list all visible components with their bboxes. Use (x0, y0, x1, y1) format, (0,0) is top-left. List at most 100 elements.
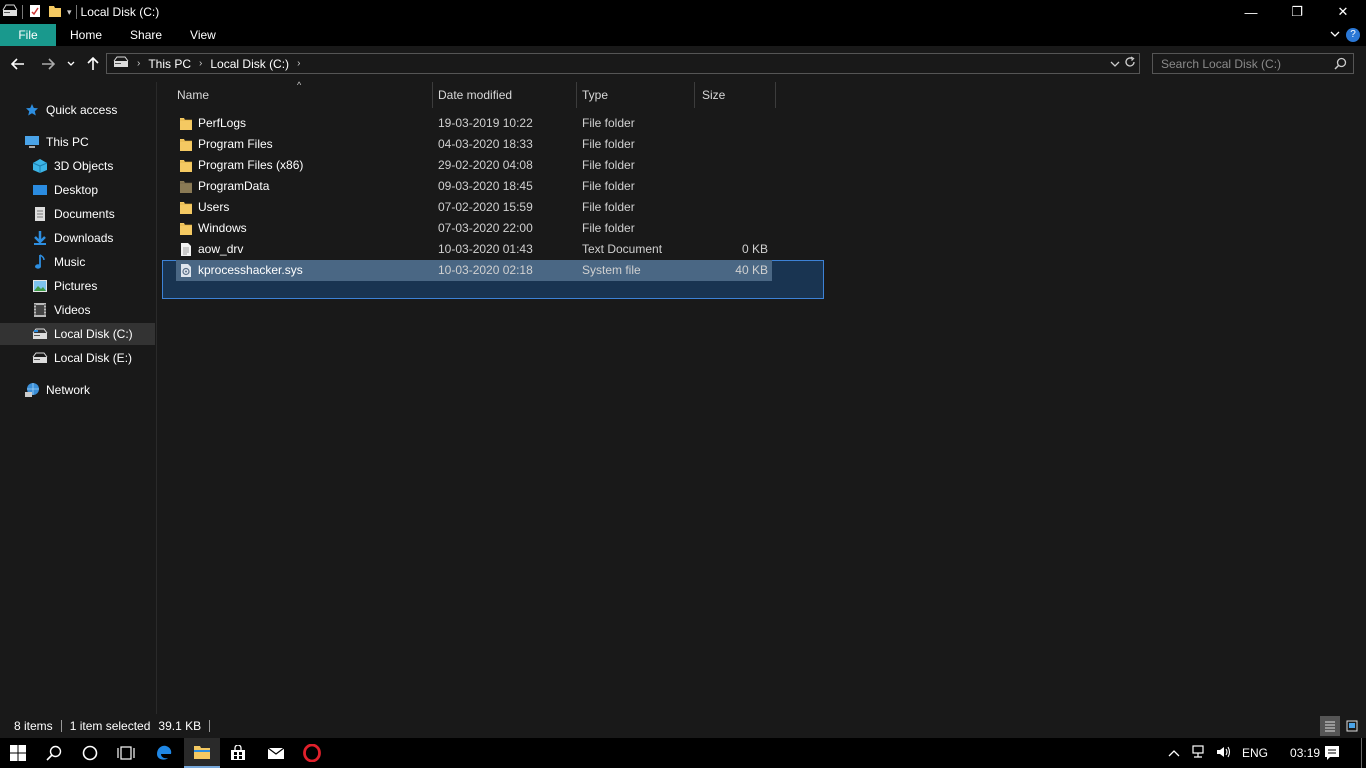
file-date: 10-03-2020 01:43 (438, 242, 533, 256)
search-icon[interactable] (1334, 57, 1347, 73)
breadcrumb-chevron-icon[interactable]: › (199, 58, 202, 69)
file-size (696, 176, 768, 197)
column-header-name[interactable]: Name (171, 82, 429, 108)
file-type: File folder (582, 137, 635, 151)
breadcrumb-this-pc[interactable]: This PC (148, 57, 191, 71)
text-document-icon (181, 243, 191, 256)
task-view-icon (117, 746, 135, 760)
network-status-icon[interactable] (1190, 744, 1206, 762)
sidebar-item-music[interactable]: Music (32, 251, 85, 273)
file-row-program-files-x86[interactable]: Program Files (x86) 29-02-2020 04:08 Fil… (176, 155, 772, 176)
show-hidden-icons-chevron-icon[interactable] (1168, 746, 1180, 760)
window-title: Local Disk (C:) (80, 5, 160, 19)
sidebar-item-quick-access[interactable]: Quick access (24, 99, 117, 121)
sidebar-item-this-pc[interactable]: This PC (24, 131, 89, 153)
mail-taskbar-button[interactable] (258, 738, 294, 768)
file-row-programdata[interactable]: ProgramData 09-03-2020 18:45 File folder (176, 176, 772, 197)
file-row-perflogs[interactable]: PerfLogs 19-03-2019 10:22 File folder (176, 113, 772, 134)
input-language[interactable]: ENG (1242, 746, 1268, 760)
up-button[interactable] (83, 54, 103, 74)
column-divider[interactable] (694, 82, 695, 108)
file-size: 40 KB (735, 263, 768, 277)
file-type: System file (582, 263, 641, 277)
computer-icon (24, 134, 40, 150)
sidebar-item-local-disk-c[interactable]: Local Disk (C:) (0, 323, 155, 345)
file-date: 29-02-2020 04:08 (438, 158, 533, 172)
column-header-date-modified[interactable]: Date modified (432, 82, 576, 108)
column-divider[interactable] (775, 82, 776, 108)
expand-ribbon-chevron-icon[interactable] (1324, 29, 1346, 41)
breadcrumb-local-disk-c[interactable]: Local Disk (C:) (210, 57, 289, 71)
back-arrow-icon (11, 58, 24, 70)
file-row-windows[interactable]: Windows 07-03-2020 22:00 File folder (176, 218, 772, 239)
file-explorer-taskbar-button[interactable] (184, 738, 220, 768)
file-row-aow-drv[interactable]: aow_drv 10-03-2020 01:43 Text Document 0… (176, 239, 772, 260)
tab-file[interactable]: File (0, 24, 56, 46)
sidebar-item-3d-objects[interactable]: 3D Objects (32, 155, 113, 177)
tab-home[interactable]: Home (56, 24, 116, 46)
minimize-button[interactable]: — (1228, 0, 1274, 24)
file-row-kprocesshacker-sys[interactable]: kprocesshacker.sys 10-03-2020 02:18 Syst… (176, 260, 772, 281)
file-name: Windows (198, 221, 247, 235)
selection-count: 1 item selected (69, 719, 151, 733)
sidebar-item-label: This PC (46, 135, 89, 149)
refresh-icon[interactable] (1124, 56, 1136, 71)
tab-share[interactable]: Share (116, 24, 176, 46)
edge-taskbar-button[interactable] (146, 738, 182, 768)
file-date: 07-03-2020 22:00 (438, 221, 533, 235)
tab-view[interactable]: View (176, 24, 230, 46)
ribbon-right-controls: ? (1324, 24, 1366, 46)
file-row-program-files[interactable]: Program Files 04-03-2020 18:33 File fold… (176, 134, 772, 155)
sidebar-item-documents[interactable]: Documents (32, 203, 115, 225)
start-button[interactable] (0, 738, 36, 768)
file-type: File folder (582, 221, 635, 235)
breadcrumb-chevron-icon[interactable]: › (297, 58, 300, 69)
maximize-button[interactable]: ❐ (1274, 0, 1320, 24)
search-button[interactable] (36, 738, 72, 768)
help-icon[interactable]: ? (1346, 28, 1360, 42)
large-icons-view-icon (1346, 720, 1358, 732)
address-bar[interactable]: › This PC › Local Disk (C:) › (106, 53, 1140, 74)
downloads-icon (32, 230, 48, 246)
sidebar-item-videos[interactable]: Videos (32, 299, 90, 321)
back-button[interactable] (8, 54, 28, 74)
sidebar-item-local-disk-e[interactable]: Local Disk (E:) (32, 347, 132, 369)
volume-icon[interactable] (1216, 745, 1232, 762)
search-box[interactable] (1152, 53, 1354, 74)
new-folder-icon[interactable] (47, 3, 63, 22)
details-view-button[interactable] (1320, 716, 1340, 736)
address-right-controls (1110, 54, 1139, 73)
column-header-type[interactable]: Type (576, 82, 694, 108)
action-center-button[interactable] (1314, 738, 1350, 768)
large-icons-view-button[interactable] (1342, 716, 1362, 736)
address-history-chevron-icon[interactable] (1110, 57, 1120, 71)
drive-icon (32, 350, 48, 366)
file-row-users[interactable]: Users 07-02-2020 15:59 File folder (176, 197, 772, 218)
column-header-size[interactable]: Size (696, 82, 774, 108)
close-button[interactable]: ✕ (1320, 0, 1366, 24)
pictures-icon (32, 278, 48, 294)
recent-locations-button[interactable] (62, 54, 80, 74)
search-input[interactable] (1161, 56, 1331, 71)
selection-size: 39.1 KB (158, 719, 202, 733)
properties-icon[interactable] (27, 3, 43, 22)
cortana-button[interactable] (72, 738, 108, 768)
opera-icon (303, 744, 321, 762)
sidebar-item-label: Downloads (54, 231, 114, 245)
file-name: Program Files (x86) (198, 158, 304, 172)
task-view-button[interactable] (108, 738, 144, 768)
file-date: 09-03-2020 18:45 (438, 179, 533, 193)
chevron-down-icon (67, 61, 75, 66)
sidebar-item-downloads[interactable]: Downloads (32, 227, 113, 249)
store-taskbar-button[interactable] (220, 738, 256, 768)
sidebar-item-desktop[interactable]: Desktop (32, 179, 98, 201)
show-desktop-button[interactable] (1361, 738, 1362, 768)
sidebar-item-pictures[interactable]: Pictures (32, 275, 97, 297)
customize-toolbar-chevron-icon[interactable]: ▾ (67, 7, 72, 18)
forward-button[interactable] (38, 54, 58, 74)
sidebar-item-network[interactable]: Network (24, 379, 90, 401)
hidden-folder-icon (180, 181, 192, 193)
opera-taskbar-button[interactable] (294, 738, 330, 768)
breadcrumb-chevron-icon[interactable]: › (137, 58, 140, 69)
music-icon (32, 254, 48, 270)
